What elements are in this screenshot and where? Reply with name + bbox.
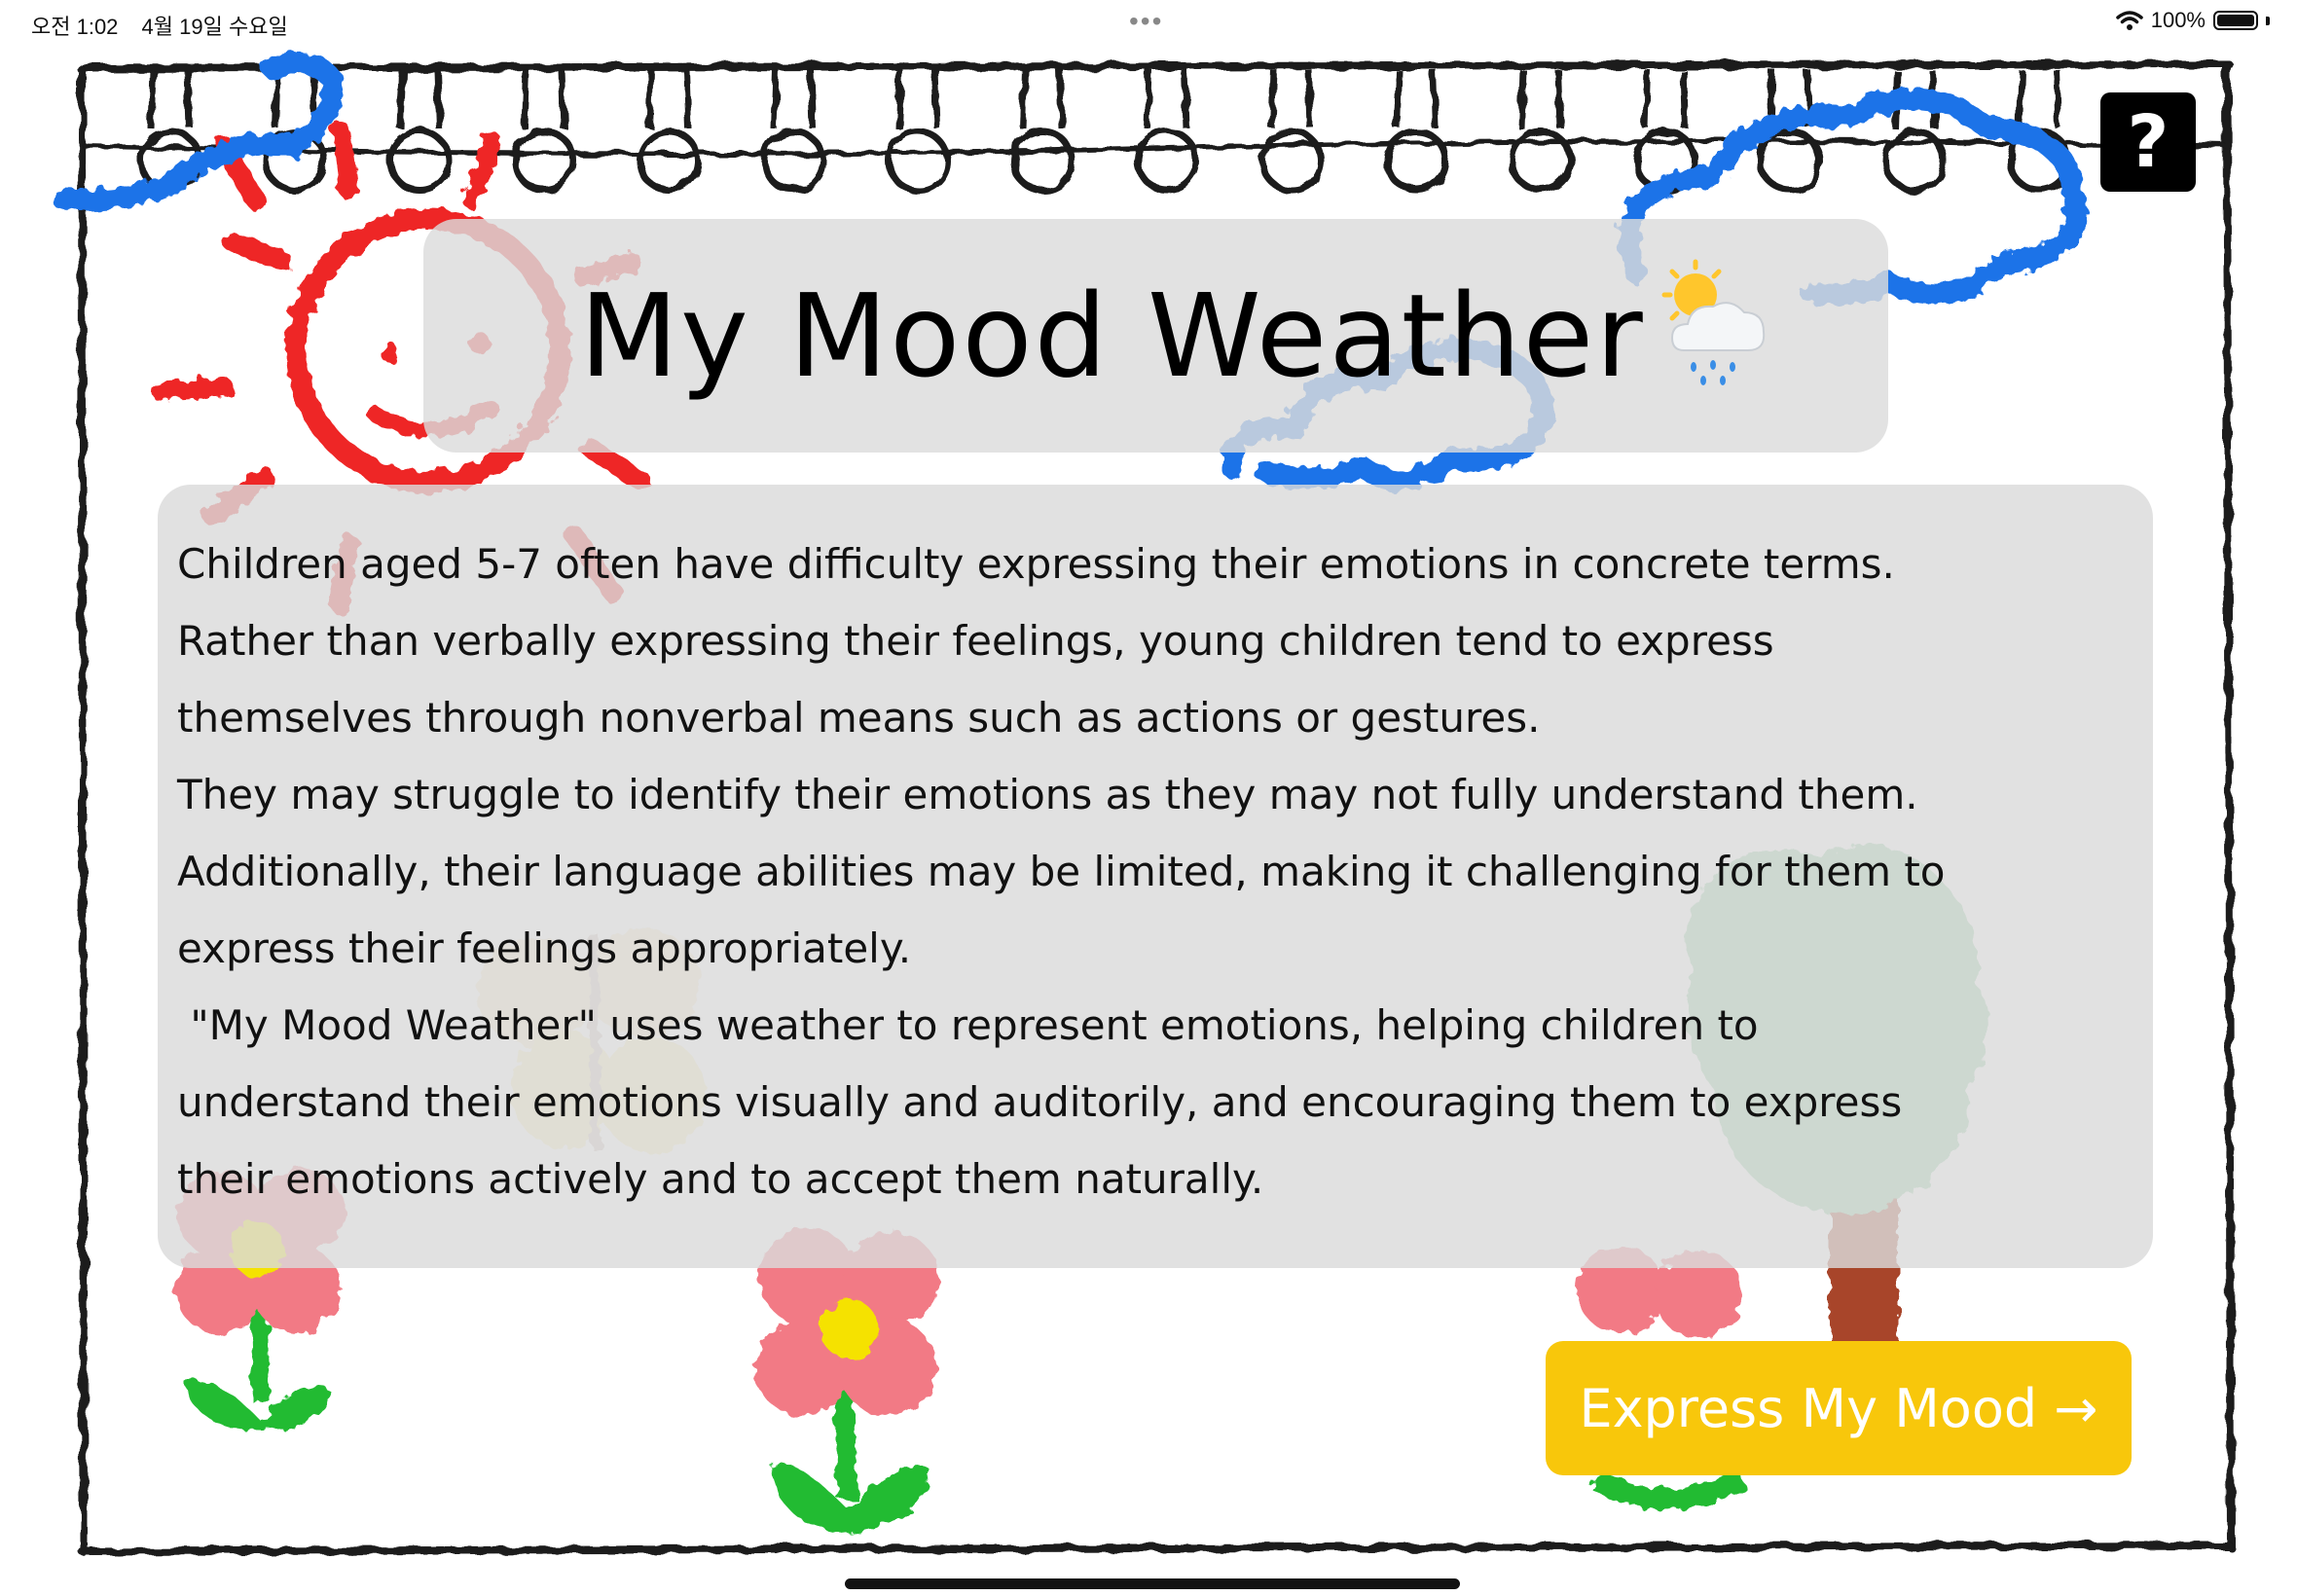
ring-post [645, 69, 692, 129]
ring-post [1517, 69, 1564, 129]
description-line: Children aged 5-7 often have difficulty … [177, 540, 1895, 588]
page-title: My Mood Weather [579, 269, 1645, 403]
ring-post [272, 69, 318, 129]
description-line: understand their emotions visually and a… [177, 1078, 1903, 1126]
ring-post [396, 69, 443, 129]
ring-hole [760, 127, 826, 194]
ring-post [770, 69, 817, 129]
help-button[interactable]: ? [2100, 92, 2196, 192]
ring-post [1019, 69, 1066, 129]
express-my-mood-button[interactable]: Express My Mood → [1546, 1341, 2132, 1475]
description-line: their emotions actively and to accept th… [177, 1155, 1264, 1203]
description-line: They may struggle to identify their emot… [177, 771, 1918, 818]
ring-post [1393, 69, 1440, 129]
ring-hole [1009, 127, 1076, 194]
ring-hole [386, 127, 453, 194]
ring-post [1144, 69, 1190, 129]
description-card: Children aged 5-7 often have difficulty … [158, 485, 2153, 1268]
description-line: themselves through nonverbal means such … [177, 694, 1541, 742]
ring-post [2016, 69, 2062, 129]
ring-post [147, 69, 194, 129]
ring-hole [511, 127, 577, 194]
ring-post [1268, 69, 1315, 129]
flower-middle [754, 1228, 939, 1533]
ring-post [894, 69, 941, 129]
description-line: express their feelings appropriately. [177, 925, 912, 972]
express-my-mood-label: Express My Mood → [1579, 1377, 2098, 1439]
description-line: Additionally, their language abilities m… [177, 848, 1946, 895]
home-indicator[interactable] [845, 1578, 1460, 1589]
sun-behind-rain-cloud-icon [1661, 259, 1766, 385]
ring-hole [636, 127, 702, 194]
ring-hole [1383, 127, 1449, 194]
ring-post [521, 69, 567, 129]
ring-hole [1134, 127, 1200, 194]
description-line: Rather than verbally expressing their fe… [177, 617, 1774, 665]
ring-hole [885, 127, 951, 194]
ring-post [1642, 69, 1689, 129]
description-line: "My Mood Weather" uses weather to repres… [177, 1001, 1759, 1049]
ring-hole [1258, 127, 1325, 194]
help-label: ? [2127, 100, 2169, 184]
